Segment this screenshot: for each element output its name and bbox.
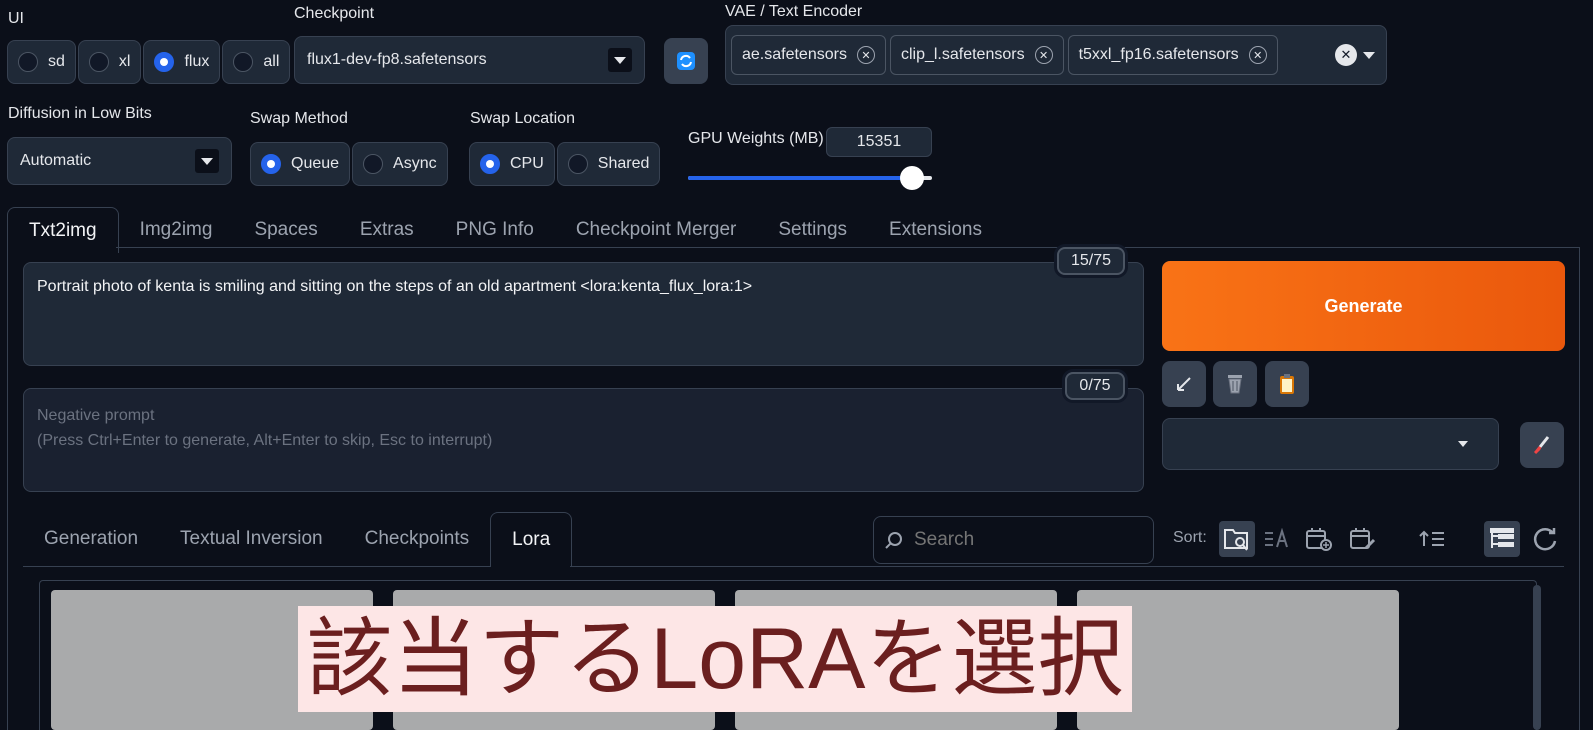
calendar-add-icon <box>1306 528 1332 551</box>
swap-method-async[interactable]: Async <box>352 142 448 186</box>
gpu-weights-input[interactable]: 15351 <box>826 127 932 157</box>
tab-txt2img[interactable]: Txt2img <box>7 207 119 253</box>
sort-ascending-icon <box>1419 530 1444 546</box>
radio-dot <box>233 52 254 72</box>
chevron-down-icon <box>608 48 632 72</box>
swap-location-shared[interactable]: Shared <box>556 142 661 186</box>
vae-label: VAE / Text Encoder <box>725 3 863 20</box>
chevron-down-icon <box>1458 441 1468 447</box>
swap-method-group: Queue Async <box>250 142 450 186</box>
prompt-token-counter: 15/75 <box>1057 247 1125 275</box>
subtab-textual-inversion[interactable]: Textual Inversion <box>159 512 344 566</box>
checkpoint-label: Checkpoint <box>294 5 375 22</box>
tree-view-button[interactable] <box>1484 521 1520 557</box>
prompt-textarea[interactable]: Portrait photo of kenta is smiling and s… <box>23 262 1144 366</box>
diffusion-dropdown[interactable]: Automatic <box>7 137 232 185</box>
tabs-divider <box>116 247 1580 248</box>
negative-prompt-textarea[interactable]: Negative prompt (Press Ctrl+Enter to gen… <box>23 388 1144 492</box>
radio-dot <box>363 154 384 174</box>
prompt-text: Portrait photo of kenta is smiling and s… <box>37 278 753 295</box>
sort-name-button[interactable] <box>1259 521 1295 557</box>
close-icon[interactable]: ✕ <box>1248 46 1267 64</box>
subtab-lora[interactable]: Lora <box>490 512 573 566</box>
swap-method-queue[interactable]: Queue <box>250 142 351 186</box>
sort-path-button[interactable] <box>1219 521 1255 557</box>
radio-dot-checked <box>154 52 175 72</box>
search-input[interactable] <box>914 529 1134 551</box>
sort-date-created-button[interactable] <box>1301 521 1337 557</box>
sort-direction-button[interactable] <box>1414 521 1450 557</box>
search-box[interactable] <box>873 516 1154 564</box>
calendar-edit-icon <box>1350 528 1376 550</box>
negative-placeholder-2: (Press Ctrl+Enter to generate, Alt+Enter… <box>37 432 493 449</box>
radio-dot-checked <box>480 154 500 174</box>
clipboard-icon <box>1280 374 1294 394</box>
styles-dropdown[interactable] <box>1162 418 1499 470</box>
ui-option-sd[interactable]: sd <box>7 40 76 84</box>
clear-prompt-button[interactable] <box>1213 361 1257 407</box>
refresh-icon <box>677 52 695 70</box>
tree-view-icon <box>1490 528 1514 548</box>
radio-dot <box>88 52 109 72</box>
diffusion-label: Diffusion in Low Bits <box>8 105 152 122</box>
negative-placeholder-1: Negative prompt <box>37 407 155 424</box>
ui-label: UI <box>8 10 24 27</box>
chevron-down-icon[interactable] <box>1363 51 1375 59</box>
brush-icon <box>1533 436 1550 455</box>
ui-option-all[interactable]: all <box>222 40 291 84</box>
extra-networks-tabs: Generation Textual Inversion Checkpoints… <box>23 512 573 566</box>
negative-token-counter: 0/75 <box>1065 372 1125 400</box>
sort-label: Sort: <box>1173 529 1207 546</box>
overlay-caption: 該当するLoRAを選択 <box>298 606 1132 712</box>
refresh-button[interactable] <box>664 38 708 84</box>
swap-location-cpu[interactable]: CPU <box>469 142 555 186</box>
checkpoint-dropdown[interactable]: flux1-dev-fp8.safetensors <box>294 36 645 84</box>
close-icon[interactable]: ✕ <box>856 46 875 64</box>
gpu-weights-slider-track[interactable] <box>688 166 932 190</box>
refresh-icon <box>1533 528 1557 551</box>
arrow-diagonal-icon <box>1177 377 1191 391</box>
ui-option-xl[interactable]: xl <box>77 40 142 84</box>
refresh-list-button[interactable] <box>1527 521 1563 557</box>
clear-all-icon[interactable]: ✕ <box>1335 44 1357 66</box>
checkpoint-value: flux1-dev-fp8.safetensors <box>307 51 487 68</box>
swap-location-label: Swap Location <box>470 110 575 127</box>
swap-location-group: CPU Shared <box>469 142 662 186</box>
gpu-weights-label: GPU Weights (MB) <box>688 130 824 147</box>
search-icon <box>885 532 902 549</box>
folder-search-icon <box>1224 529 1248 551</box>
chevron-down-icon <box>195 149 219 173</box>
vae-multiselect[interactable]: ae.safetensors ✕ clip_l.safetensors ✕ t5xx… <box>725 25 1387 85</box>
ui-option-flux[interactable]: flux <box>143 40 221 84</box>
radio-dot <box>18 52 38 72</box>
paste-button[interactable] <box>1265 361 1309 407</box>
sort-date-modified-button[interactable] <box>1345 521 1381 557</box>
gpu-weights-slider-thumb[interactable] <box>900 166 925 190</box>
swap-method-label: Swap Method <box>250 110 348 127</box>
radio-dot-checked <box>261 154 281 174</box>
vae-chip: ae.safetensors ✕ <box>731 35 886 75</box>
sort-alpha-icon <box>1265 528 1288 548</box>
read-params-button[interactable] <box>1162 361 1206 407</box>
vae-chip: t5xxl_fp16.safetensors ✕ <box>1067 35 1278 75</box>
edit-styles-button[interactable] <box>1520 422 1564 468</box>
close-icon[interactable]: ✕ <box>1034 46 1053 64</box>
gpu-weights-slider-fill <box>688 176 913 180</box>
trash-icon <box>1228 375 1242 394</box>
cards-scrollbar[interactable] <box>1533 585 1541 730</box>
ui-radio-group: sd xl flux all <box>7 40 292 84</box>
subtab-generation[interactable]: Generation <box>23 512 159 566</box>
generate-button[interactable]: Generate <box>1162 261 1565 351</box>
subtab-checkpoints[interactable]: Checkpoints <box>344 512 491 566</box>
radio-dot <box>567 154 588 174</box>
vae-chip: clip_l.safetensors ✕ <box>889 35 1064 75</box>
